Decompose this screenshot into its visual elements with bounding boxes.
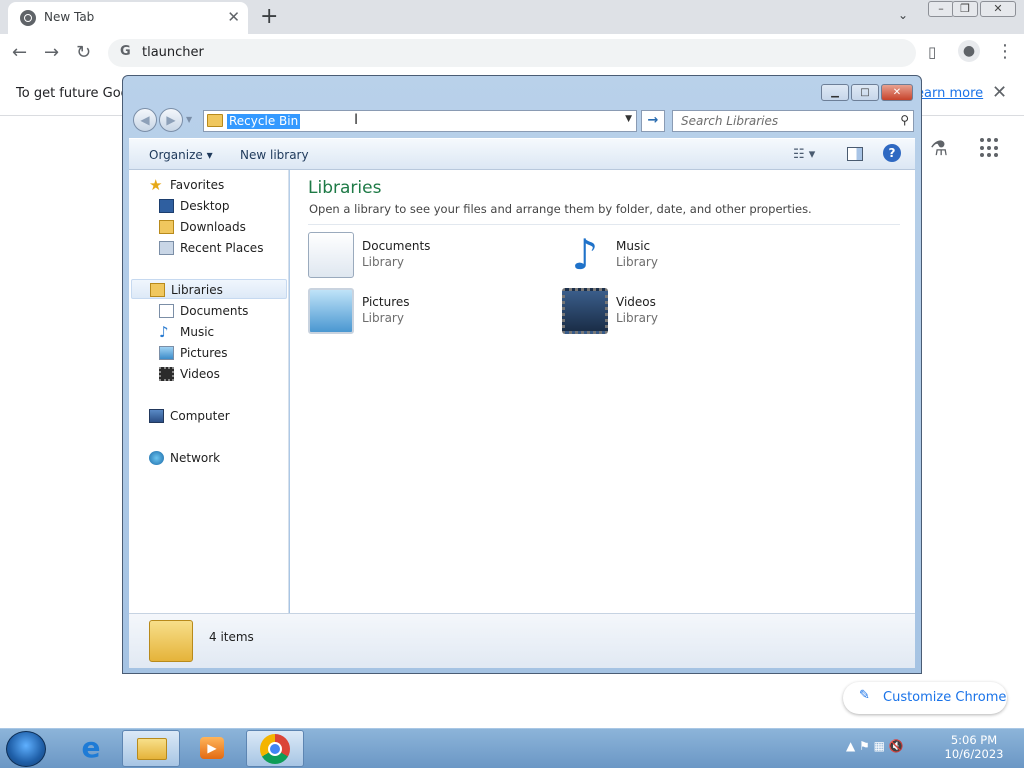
- nav-item-libraries[interactable]: Libraries: [131, 279, 287, 299]
- omnibox[interactable]: G tlauncher: [108, 39, 916, 67]
- taskbar-explorer-button[interactable]: [122, 730, 180, 767]
- organize-button[interactable]: Organize ▾: [149, 148, 213, 162]
- search-placeholder: Search Libraries: [681, 114, 779, 128]
- browser-toolbar: ← → ↻ G tlauncher ▯ ● ⋮: [0, 34, 1024, 72]
- tab-strip: New Tab ✕ + ⌄ – ❐ ✕: [0, 0, 1024, 34]
- address-dropdown-icon[interactable]: ▼: [625, 114, 632, 124]
- omnibox-text[interactable]: tlauncher: [142, 45, 204, 60]
- tab-close-icon[interactable]: ✕: [227, 8, 240, 26]
- reload-icon[interactable]: ↻: [76, 42, 91, 63]
- item-count: 4 items: [209, 630, 254, 644]
- taskbar: e ▶ ▲ ⚑ ▦ 🔇 5:06 PM 10/6/2023: [0, 728, 1024, 768]
- system-tray-icons[interactable]: ▲ ⚑ ▦ 🔇: [846, 739, 904, 753]
- documents-library-icon: [308, 232, 354, 278]
- new-tab-button[interactable]: +: [260, 4, 278, 29]
- start-button-windows-icon[interactable]: [6, 731, 46, 767]
- explorer-window-controls: ▁ □ ✕: [819, 84, 913, 102]
- explorer-maximize-button[interactable]: □: [851, 84, 879, 101]
- music-note-icon: ♪: [159, 323, 169, 341]
- media-player-icon[interactable]: ▶: [184, 730, 242, 767]
- chrome-logo-icon: [260, 734, 290, 764]
- search-input[interactable]: Search Libraries ⚲: [672, 110, 914, 132]
- documents-icon: [159, 304, 174, 318]
- side-panel-icon[interactable]: ▯: [928, 43, 936, 61]
- desktop-icon: [159, 199, 174, 213]
- videos-library-icon: [562, 288, 608, 334]
- go-arrow-icon[interactable]: →: [641, 110, 665, 132]
- address-text[interactable]: Recycle Bin: [227, 114, 301, 129]
- tab-new-tab[interactable]: New Tab ✕: [8, 2, 248, 34]
- info-message: To get future Goog: [16, 86, 137, 101]
- content-area: Libraries Open a library to see your fil…: [290, 170, 915, 613]
- search-icon[interactable]: ⚲: [900, 113, 909, 127]
- labs-flask-icon[interactable]: ⚗: [930, 136, 948, 160]
- network-globe-icon: [149, 451, 164, 465]
- explorer-minimize-button[interactable]: ▁: [821, 84, 849, 101]
- back-arrow-icon[interactable]: ←: [12, 42, 27, 63]
- library-item-pictures[interactable]: Pictures Library: [308, 288, 528, 336]
- explorer-close-button[interactable]: ✕: [881, 84, 913, 101]
- text-cursor-icon: I: [354, 112, 359, 128]
- clock-date: 10/6/2023: [944, 747, 1004, 761]
- command-bar: Organize ▾ New library ☷ ▾ ?: [129, 138, 915, 170]
- explorer-nav-bar: ◀ ▶ ▼ Recycle Bin I ▼ → Search Libraries…: [131, 108, 915, 134]
- recent-pages-chevron-icon[interactable]: ▼: [186, 115, 192, 124]
- explorer-window: ▁ □ ✕ ◀ ▶ ▼ Recycle Bin I ▼ → Search Libra…: [122, 75, 922, 674]
- internet-explorer-icon[interactable]: e: [62, 730, 120, 767]
- libraries-icon: [150, 283, 165, 297]
- change-view-icon[interactable]: ☷ ▾: [793, 147, 815, 162]
- navigation-pane: ★ Favorites Desktop Downloads Recent Plac…: [129, 170, 289, 613]
- library-item-videos[interactable]: Videos Library: [562, 288, 782, 336]
- new-library-button[interactable]: New library: [240, 148, 309, 162]
- chrome-logo-center: [268, 742, 282, 756]
- library-item-documents[interactable]: Documents Library: [308, 232, 528, 280]
- customize-chrome-button[interactable]: ✎ Customize Chrome: [843, 682, 1007, 714]
- library-item-music[interactable]: ♪ Music Library: [562, 232, 782, 280]
- recent-places-icon: [159, 241, 174, 255]
- tab-search-chevron-icon[interactable]: ⌄: [898, 8, 908, 22]
- music-library-icon: ♪: [571, 230, 599, 279]
- explorer-back-icon[interactable]: ◀: [133, 108, 157, 132]
- info-close-icon[interactable]: ✕: [992, 82, 1007, 103]
- preview-pane-icon[interactable]: [847, 147, 863, 161]
- film-strip-icon: [159, 367, 174, 381]
- apps-grid-icon[interactable]: [980, 138, 1000, 158]
- details-pane: 4 items: [129, 613, 915, 668]
- address-bar[interactable]: Recycle Bin I ▼: [203, 110, 637, 132]
- page-title: Libraries: [308, 178, 382, 198]
- folder-icon: [207, 114, 223, 127]
- learn-more-link[interactable]: earn more: [916, 86, 983, 101]
- help-icon[interactable]: ?: [883, 144, 901, 162]
- clock-time: 5:06 PM: [950, 733, 998, 747]
- pencil-icon: ✎: [859, 688, 870, 703]
- customize-chrome-label: Customize Chrome: [883, 690, 1007, 705]
- explorer-forward-icon[interactable]: ▶: [159, 108, 183, 132]
- profile-avatar-icon[interactable]: ●: [958, 40, 980, 62]
- explorer-folder-icon: [137, 738, 167, 760]
- pictures-icon: [159, 346, 174, 360]
- window-minimize-button[interactable]: –: [928, 1, 954, 17]
- forward-arrow-icon[interactable]: →: [44, 42, 59, 63]
- star-icon: ★: [149, 176, 163, 194]
- downloads-folder-icon: [159, 220, 174, 234]
- window-close-button[interactable]: ✕: [980, 1, 1016, 17]
- divider: [308, 224, 900, 225]
- google-icon: G: [120, 44, 131, 59]
- play-icon: ▶: [200, 737, 224, 759]
- computer-icon: [149, 409, 164, 423]
- kebab-menu-icon[interactable]: ⋮: [996, 41, 1014, 62]
- page-description: Open a library to see your files and arr…: [309, 202, 812, 216]
- taskbar-chrome-button[interactable]: [246, 730, 304, 767]
- pictures-library-icon: [308, 288, 354, 334]
- window-restore-button[interactable]: ❐: [952, 1, 978, 17]
- tab-title: New Tab: [44, 10, 95, 24]
- libraries-folder-icon: [149, 620, 193, 662]
- taskbar-clock[interactable]: 5:06 PM 10/6/2023: [944, 733, 1004, 761]
- chrome-icon: [20, 10, 36, 26]
